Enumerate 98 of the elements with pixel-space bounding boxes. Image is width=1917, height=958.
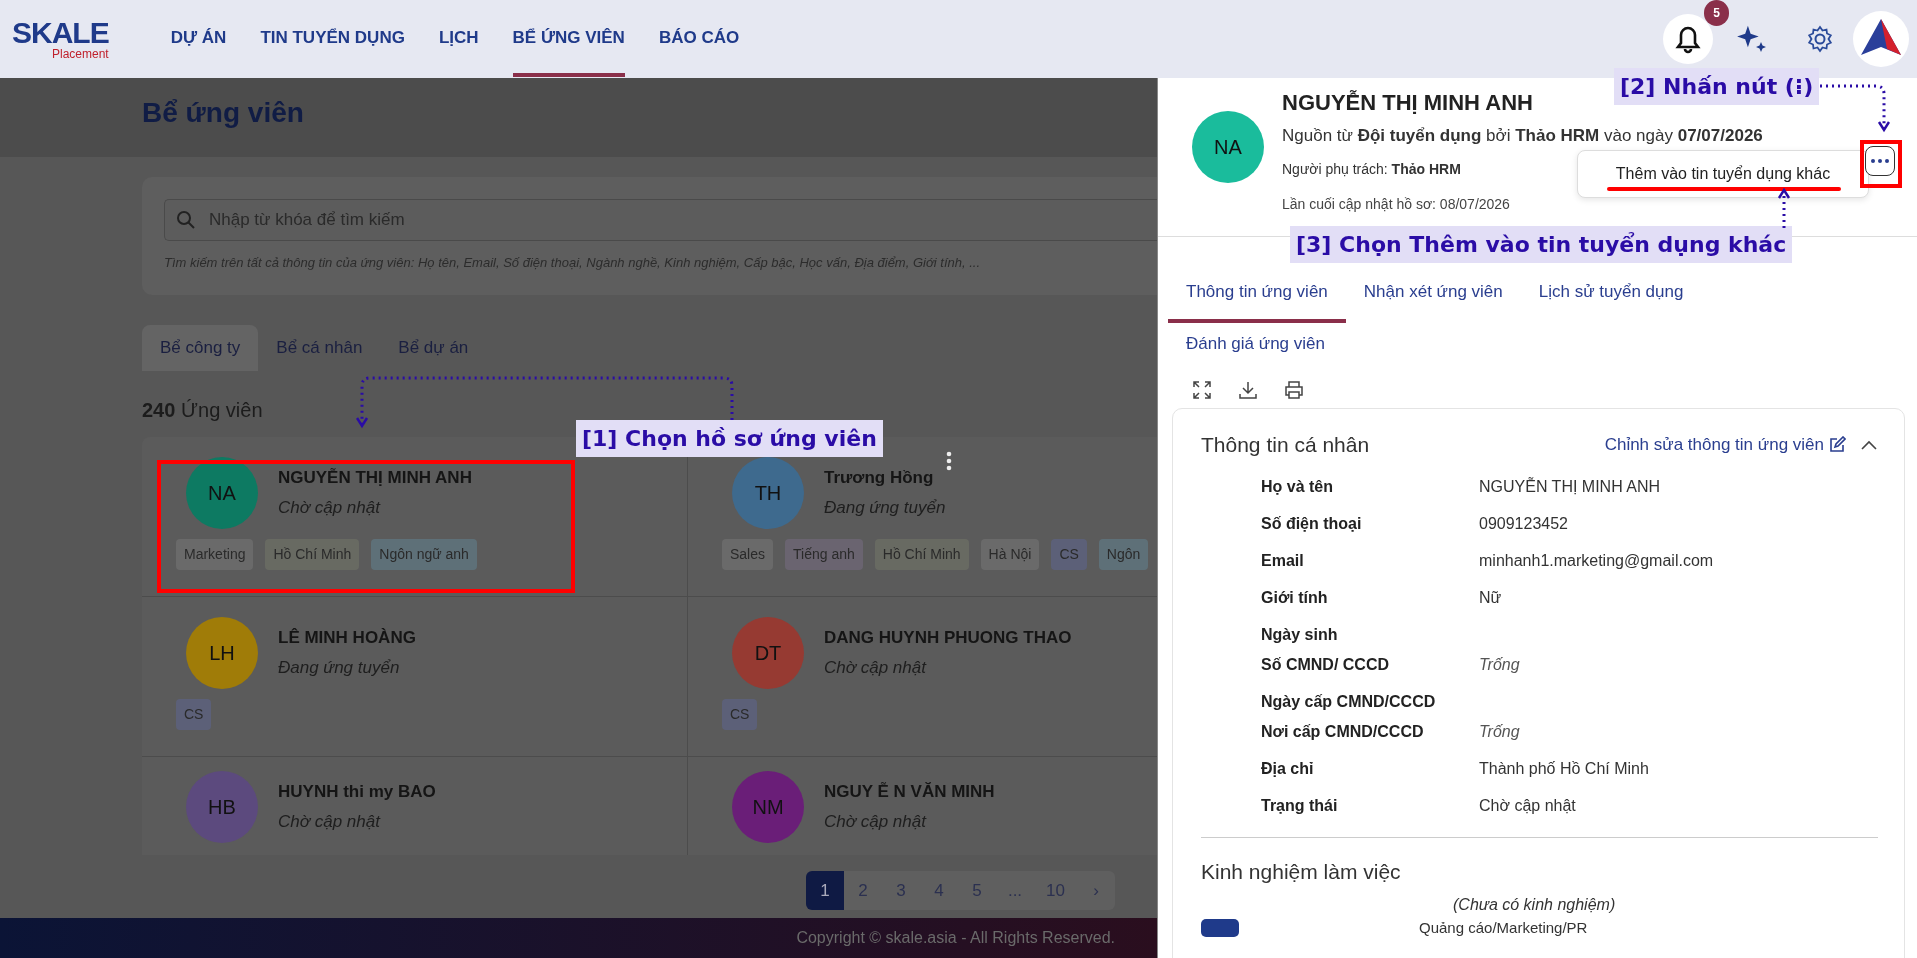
candidate-count: 240 Ứng viên: [142, 397, 263, 423]
page-button[interactable]: ›: [1077, 870, 1115, 910]
avatar: NM: [732, 770, 804, 843]
collapse-icon[interactable]: [1860, 438, 1878, 451]
owner-info: Người phụ trách: Thảo HRM: [1282, 159, 1461, 179]
candidate-status: Chờ cập nhật: [278, 810, 382, 833]
section-title: Kinh nghiệm làm việc: [1201, 858, 1402, 885]
field-label: Số điện thoại: [1261, 513, 1363, 534]
print-icon[interactable]: [1284, 380, 1304, 400]
field-label: Nơi cấp CMND/CCCD: [1261, 721, 1425, 742]
tag: Ngôn ngữ anh: [371, 538, 477, 570]
candidate-name: NGUY Ễ N VĂN MINH: [824, 781, 995, 803]
candidate-name: NGUYỄN THỊ MINH ANH: [278, 467, 472, 489]
sparkle-icon[interactable]: [1737, 24, 1767, 54]
expand-icon[interactable]: [1192, 380, 1212, 400]
field-value: Chờ cập nhật: [1479, 795, 1576, 816]
candidate-card[interactable]: DT DANG HUYNH PHUONG THAO Chờ cập nhật CS: [688, 596, 1157, 757]
page-title: Bể ứng viên: [142, 96, 305, 130]
candidate-status: Đang ứng tuyển: [824, 496, 946, 519]
field-value: Trống: [1479, 654, 1520, 675]
field-label: Số CMND/ CCCD: [1261, 654, 1390, 675]
kebab-icon[interactable]: [946, 450, 952, 471]
notification-badge: 5: [1704, 0, 1729, 26]
page-button[interactable]: ...: [995, 870, 1035, 910]
field-value: Quảng cáo/Marketing/PR: [1419, 920, 1588, 936]
logo[interactable]: SKALE Placement: [12, 18, 109, 60]
download-icon[interactable]: [1238, 380, 1258, 400]
highlight-box: [1860, 140, 1902, 188]
avatar: HB: [186, 770, 258, 843]
callout-label: [3] Chọn Thêm vào tin tuyển dụng khác: [1290, 226, 1793, 263]
candidate-name: NGUYỄN THỊ MINH ANH: [1282, 89, 1533, 117]
field-value: minhanh1.marketing@gmail.com: [1479, 550, 1714, 571]
tag: CS: [176, 698, 212, 730]
candidate-status: Đang ứng tuyển: [278, 656, 401, 679]
profile-tab[interactable]: Đánh giá ứng viên: [1168, 322, 1343, 374]
profile-tab[interactable]: Lịch sử tuyển dụng: [1520, 261, 1702, 323]
menu-item[interactable]: Thêm vào tin tuyển dụng khác: [1615, 162, 1831, 186]
field-label: Địa chỉ: [1261, 758, 1315, 779]
field-value: Trống: [1479, 721, 1520, 742]
avatar: LH: [186, 616, 258, 689]
tag: CS: [1051, 538, 1087, 570]
tag: Hồ Chí Minh: [265, 538, 360, 570]
pool-tab[interactable]: Bể cá nhân: [258, 325, 381, 371]
field-label: Họ và tên: [1261, 476, 1334, 497]
empty-note: (Chưa có kinh nghiệm): [1453, 895, 1617, 915]
pool-tab[interactable]: Bể dự án: [380, 325, 487, 371]
tag: Sales: [722, 538, 774, 570]
field-label: Giới tính: [1261, 587, 1329, 608]
more-icon: [1871, 159, 1889, 163]
field-label: Trạng thái: [1261, 795, 1339, 816]
tag: Hà Nội: [980, 538, 1040, 570]
tag: Tiếng anh: [785, 538, 863, 570]
copyright: Copyright © skale.asia - All Rights Reserved.: [0, 918, 1157, 958]
nav-link[interactable]: TIN TUYỂN DỤNG: [260, 1, 405, 77]
experience-icon: [1201, 919, 1239, 937]
settings-icon[interactable]: [1805, 24, 1835, 54]
tag: Hồ Chí Minh: [874, 538, 969, 570]
edit-icon[interactable]: [1828, 435, 1846, 454]
callout-label: [2] Nhấn nút (⁝): [1614, 68, 1820, 105]
section-title: Thông tin cá nhân: [1201, 432, 1370, 458]
more-button[interactable]: [1865, 146, 1895, 176]
candidate-card[interactable]: HB HUYNH thi my BAO Chờ cập nhật: [142, 756, 688, 855]
field-value: Nữ: [1479, 587, 1502, 608]
field-value: Thành phố Hồ Chí Minh: [1479, 758, 1649, 779]
tag: CS: [722, 698, 758, 730]
nav-link[interactable]: DỰ ÁN: [170, 1, 227, 77]
update-date: Lần cuối cập nhật hồ sơ: 08/07/2026: [1282, 194, 1510, 214]
candidate-status: Chờ cập nhật: [278, 496, 382, 519]
bell-icon[interactable]: [1663, 14, 1713, 64]
avatar: NA: [186, 456, 258, 529]
edit-link[interactable]: Chỉnh sửa thông tin ứng viên: [1604, 432, 1824, 458]
nav-link[interactable]: BÁO CÁO: [658, 1, 740, 77]
nav-link[interactable]: LỊCH: [438, 1, 479, 77]
user-avatar[interactable]: [1853, 11, 1909, 67]
candidate-name: HUYNH thi my BAO: [278, 781, 436, 803]
candidate-name: LÊ MINH HOÀNG: [278, 627, 416, 649]
field-value: 0909123452: [1479, 513, 1568, 534]
candidate-card[interactable]: LH LÊ MINH HOÀNG Đang ứng tuyển CS: [142, 596, 688, 757]
avatar: NA: [1192, 111, 1264, 183]
callout-label: [1] Chọn hồ sơ ứng viên: [576, 420, 883, 457]
tag: Marketing: [176, 538, 254, 570]
candidate-card[interactable]: NM NGUY Ễ N VĂN MINH Chờ cập nhật: [688, 756, 1157, 855]
field-label: Ngày cấp CMND/CCCD: [1261, 691, 1437, 712]
candidate-status: Chờ cập nhật: [824, 810, 928, 833]
source-info: Nguồn từ Đội tuyển dụng bởi Thảo HRM vào ngày 07/07/2026: [1282, 125, 1763, 147]
avatar: DT: [732, 616, 804, 689]
candidate-status: Chờ cập nhật: [824, 656, 928, 679]
pool-tab[interactable]: Bể công ty: [142, 325, 259, 371]
field-label: Email: [1261, 550, 1305, 571]
tag: Ngôn: [1098, 538, 1149, 570]
dotted-arrow: [1777, 188, 1791, 228]
candidate-name: DANG HUYNH PHUONG THAO: [824, 627, 1072, 649]
profile-tab[interactable]: Nhận xét ứng viên: [1345, 261, 1521, 323]
candidate-name: Trương Hồng: [824, 467, 935, 489]
field-label: Ngày sinh: [1261, 624, 1339, 645]
field-value: NGUYỄN THỊ MINH ANH: [1479, 476, 1661, 497]
avatar: TH: [732, 456, 804, 529]
page-button[interactable]: 1: [805, 870, 844, 910]
